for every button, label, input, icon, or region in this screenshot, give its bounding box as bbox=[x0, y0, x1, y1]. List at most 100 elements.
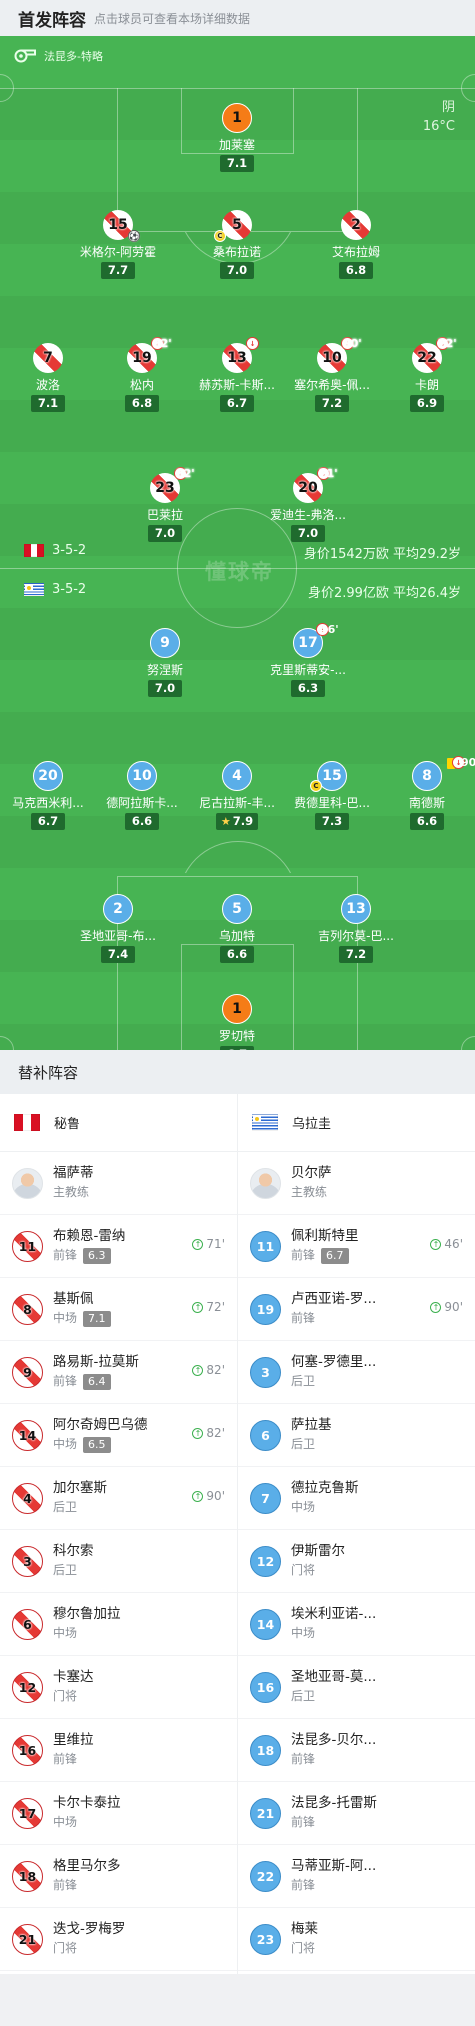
player-position: 后卫 bbox=[291, 1435, 475, 1454]
jersey-number: 23 ↓ 82' bbox=[150, 467, 195, 503]
rating-value: 7.4 bbox=[107, 947, 129, 961]
home-sub-row[interactable]: 8 基斯佩 中场 7.1 ↑ 72' bbox=[0, 1278, 237, 1341]
away-player[interactable]: 10 德阿拉斯卡... 6.6 bbox=[87, 761, 197, 830]
player-name: 福萨蒂 bbox=[53, 1165, 94, 1181]
away-player[interactable]: 8 ↓ 90 南德斯 6.6 bbox=[372, 756, 475, 830]
home-player[interactable]: 5 C 桑布拉诺 7.0 bbox=[182, 210, 292, 279]
home-player[interactable]: 23 ↓ 82' 巴莱拉 7.0 bbox=[110, 467, 220, 542]
position-label: 中场 bbox=[53, 1815, 78, 1829]
away-sub-row[interactable]: 11 佩利斯特里 前锋 6.7 ↑ 46' bbox=[238, 1215, 475, 1278]
player-rating: 6.7 bbox=[220, 395, 254, 412]
sub-in-minute: 71' bbox=[206, 1237, 225, 1251]
player-position: 后卫 bbox=[291, 1372, 475, 1391]
jersey-number: 21 bbox=[12, 1923, 43, 1955]
player-info: 格里马尔多 前锋 bbox=[53, 1857, 237, 1895]
away-sub-row[interactable]: 3 何塞-罗德里... 后卫 bbox=[238, 1341, 475, 1404]
player-rating: 6.5 bbox=[83, 1436, 111, 1453]
player-name: 费德里科-巴... bbox=[294, 796, 370, 810]
away-sub-row[interactable]: 12 伊斯雷尔 门将 bbox=[238, 1530, 475, 1593]
away-player[interactable]: 2 圣地亚哥-布... 7.4 bbox=[63, 894, 173, 963]
home-sub-row[interactable]: 9 路易斯-拉莫斯 前锋 6.4 ↑ 82' bbox=[0, 1341, 237, 1404]
home-player[interactable]: 20 ↓ 71' 爱迪生-弗洛... 7.0 bbox=[253, 467, 363, 542]
away-player[interactable]: 17 ↓ 46' 克里斯蒂安-... 6.3 bbox=[253, 623, 363, 697]
home-coach-row[interactable]: 福萨蒂 主教练 bbox=[0, 1152, 237, 1215]
sub-in-time: ↑ 90' bbox=[430, 1300, 463, 1314]
player-rating: 6.7 bbox=[31, 813, 65, 830]
position-label: 前锋 bbox=[291, 1752, 316, 1766]
home-sub-row[interactable]: 4 加尔塞斯 后卫 ↑ 90' bbox=[0, 1467, 237, 1530]
away-sub-row[interactable]: 22 马蒂亚斯-阿... 前锋 bbox=[238, 1845, 475, 1908]
jersey-number: 20 bbox=[33, 761, 63, 791]
home-sub-row[interactable]: 16 里维拉 前锋 bbox=[0, 1719, 237, 1782]
player-name: 南德斯 bbox=[408, 796, 445, 810]
home-player[interactable]: 19 ↓ 82' 松内 6.8 bbox=[87, 337, 197, 412]
away-sub-row[interactable]: 23 梅莱 门将 bbox=[238, 1908, 475, 1971]
jersey-number: 20 ↓ 71' bbox=[293, 467, 338, 503]
away-player[interactable]: 4 尼古拉斯-丰... ★ 7.9 bbox=[182, 761, 292, 830]
jersey-number: 1 bbox=[222, 994, 252, 1024]
away-player[interactable]: 15 C 费德里科-巴... 7.3 bbox=[277, 761, 387, 830]
player-info: 卡塞达 门将 bbox=[53, 1668, 237, 1706]
rating-value: 7.2 bbox=[321, 396, 343, 410]
captain-icon: C bbox=[214, 230, 226, 242]
home-sub-row[interactable]: 6 穆尔鲁加拉 中场 bbox=[0, 1593, 237, 1656]
position-label: 前锋 bbox=[53, 1752, 78, 1766]
home-player[interactable]: 22 ↓ 72' 卡朗 6.9 bbox=[372, 337, 475, 412]
player-info: 福萨蒂 主教练 bbox=[53, 1164, 237, 1202]
home-sub-row[interactable]: 17 卡尔卡泰拉 中场 bbox=[0, 1782, 237, 1845]
player-name: 米格尔-阿劳霍 bbox=[79, 245, 157, 259]
jersey-number: 16 bbox=[250, 1671, 281, 1703]
sub-in-time: ↑ 82' bbox=[192, 1426, 225, 1440]
away-coach-row[interactable]: 贝尔萨 主教练 bbox=[238, 1152, 475, 1215]
away-sub-row[interactable]: 21 法昆多-托雷斯 前锋 bbox=[238, 1782, 475, 1845]
home-sub-row[interactable]: 18 格里马尔多 前锋 bbox=[0, 1845, 237, 1908]
away-sub-row[interactable]: 19 卢西亚诺-罗... 前锋 ↑ 90' bbox=[238, 1278, 475, 1341]
rating-value: 6.6 bbox=[226, 947, 248, 961]
away-sub-row[interactable]: 7 德拉克鲁斯 中场 bbox=[238, 1467, 475, 1530]
home-sub-row[interactable]: 12 卡塞达 门将 bbox=[0, 1656, 237, 1719]
sub-off-minute: 72' bbox=[438, 337, 457, 350]
jersey-number: 17 ↓ 46' bbox=[293, 623, 339, 658]
jersey-number: 16 bbox=[12, 1734, 43, 1766]
away-sub-row[interactable]: 16 圣地亚哥-莫... 后卫 bbox=[238, 1656, 475, 1719]
away-sub-row[interactable]: 6 萨拉基 后卫 bbox=[238, 1404, 475, 1467]
player-name: 路易斯-拉莫斯 bbox=[53, 1354, 139, 1370]
player-info: 里维拉 前锋 bbox=[53, 1731, 237, 1769]
away-player[interactable]: 13 吉列尔莫-巴... 7.2 bbox=[301, 894, 411, 963]
coach-avatar bbox=[12, 1167, 43, 1199]
away-sub-row[interactable]: 14 埃米利亚诺-... 中场 bbox=[238, 1593, 475, 1656]
home-value: 身价1542万欧 平均29.2岁 bbox=[303, 547, 461, 562]
home-sub-row[interactable]: 11 布赖恩-雷纳 前锋 6.3 ↑ 71' bbox=[0, 1215, 237, 1278]
player-name: 布赖恩-雷纳 bbox=[53, 1228, 126, 1244]
position-label: 后卫 bbox=[53, 1500, 78, 1514]
jersey-number: 10 bbox=[127, 761, 157, 791]
home-player[interactable]: 10 ↓ 90' 塞尔希奥-佩... 7.2 bbox=[277, 337, 387, 412]
position-label: 主教练 bbox=[53, 1185, 90, 1199]
jersey-number: 13 bbox=[341, 894, 371, 924]
away-sub-row[interactable]: 18 法昆多-贝尔... 前锋 bbox=[238, 1719, 475, 1782]
player-name: 法昆多-托雷斯 bbox=[291, 1795, 377, 1811]
player-name: 圣地亚哥-布... bbox=[80, 929, 156, 943]
home-sub-row[interactable]: 14 阿尔奇姆巴乌德 中场 6.5 ↑ 82' bbox=[0, 1404, 237, 1467]
away-player[interactable]: 1罗切特6.7 bbox=[182, 994, 292, 1050]
player-info: 梅莱 门将 bbox=[291, 1920, 475, 1958]
home-player[interactable]: 2 艾布拉姆 6.8 bbox=[301, 210, 411, 279]
player-info: 伊斯雷尔 门将 bbox=[291, 1542, 475, 1580]
player-rating: 7.0 bbox=[148, 680, 182, 697]
away-formation-text: 3-5-2 bbox=[52, 582, 87, 597]
home-player[interactable]: 13 ↓ 赫苏斯-卡斯... 6.7 bbox=[182, 337, 292, 412]
jersey-number: 6 bbox=[250, 1419, 281, 1451]
rating-value: 7.1 bbox=[226, 156, 248, 170]
home-sub-row[interactable]: 3 科尔索 后卫 bbox=[0, 1530, 237, 1593]
jersey-number: 7 bbox=[250, 1482, 281, 1514]
player-rating: 7.7 bbox=[101, 262, 135, 279]
player-name: 科尔索 bbox=[53, 1543, 94, 1559]
player-name: 克里斯蒂安-... bbox=[270, 663, 346, 677]
rating-value: 6.8 bbox=[131, 396, 153, 410]
home-sub-row[interactable]: 21 迭戈-罗梅罗 门将 bbox=[0, 1908, 237, 1971]
away-player[interactable]: 9 努涅斯 7.0 bbox=[110, 628, 220, 697]
home-player[interactable]: 15 ⚽ 米格尔-阿劳霍 7.7 bbox=[63, 210, 173, 279]
away-player[interactable]: 5 乌加特 6.6 bbox=[182, 894, 292, 963]
rating-value: 6.6 bbox=[131, 814, 153, 828]
home-player[interactable]: 1 加莱塞 7.1 bbox=[182, 103, 292, 172]
